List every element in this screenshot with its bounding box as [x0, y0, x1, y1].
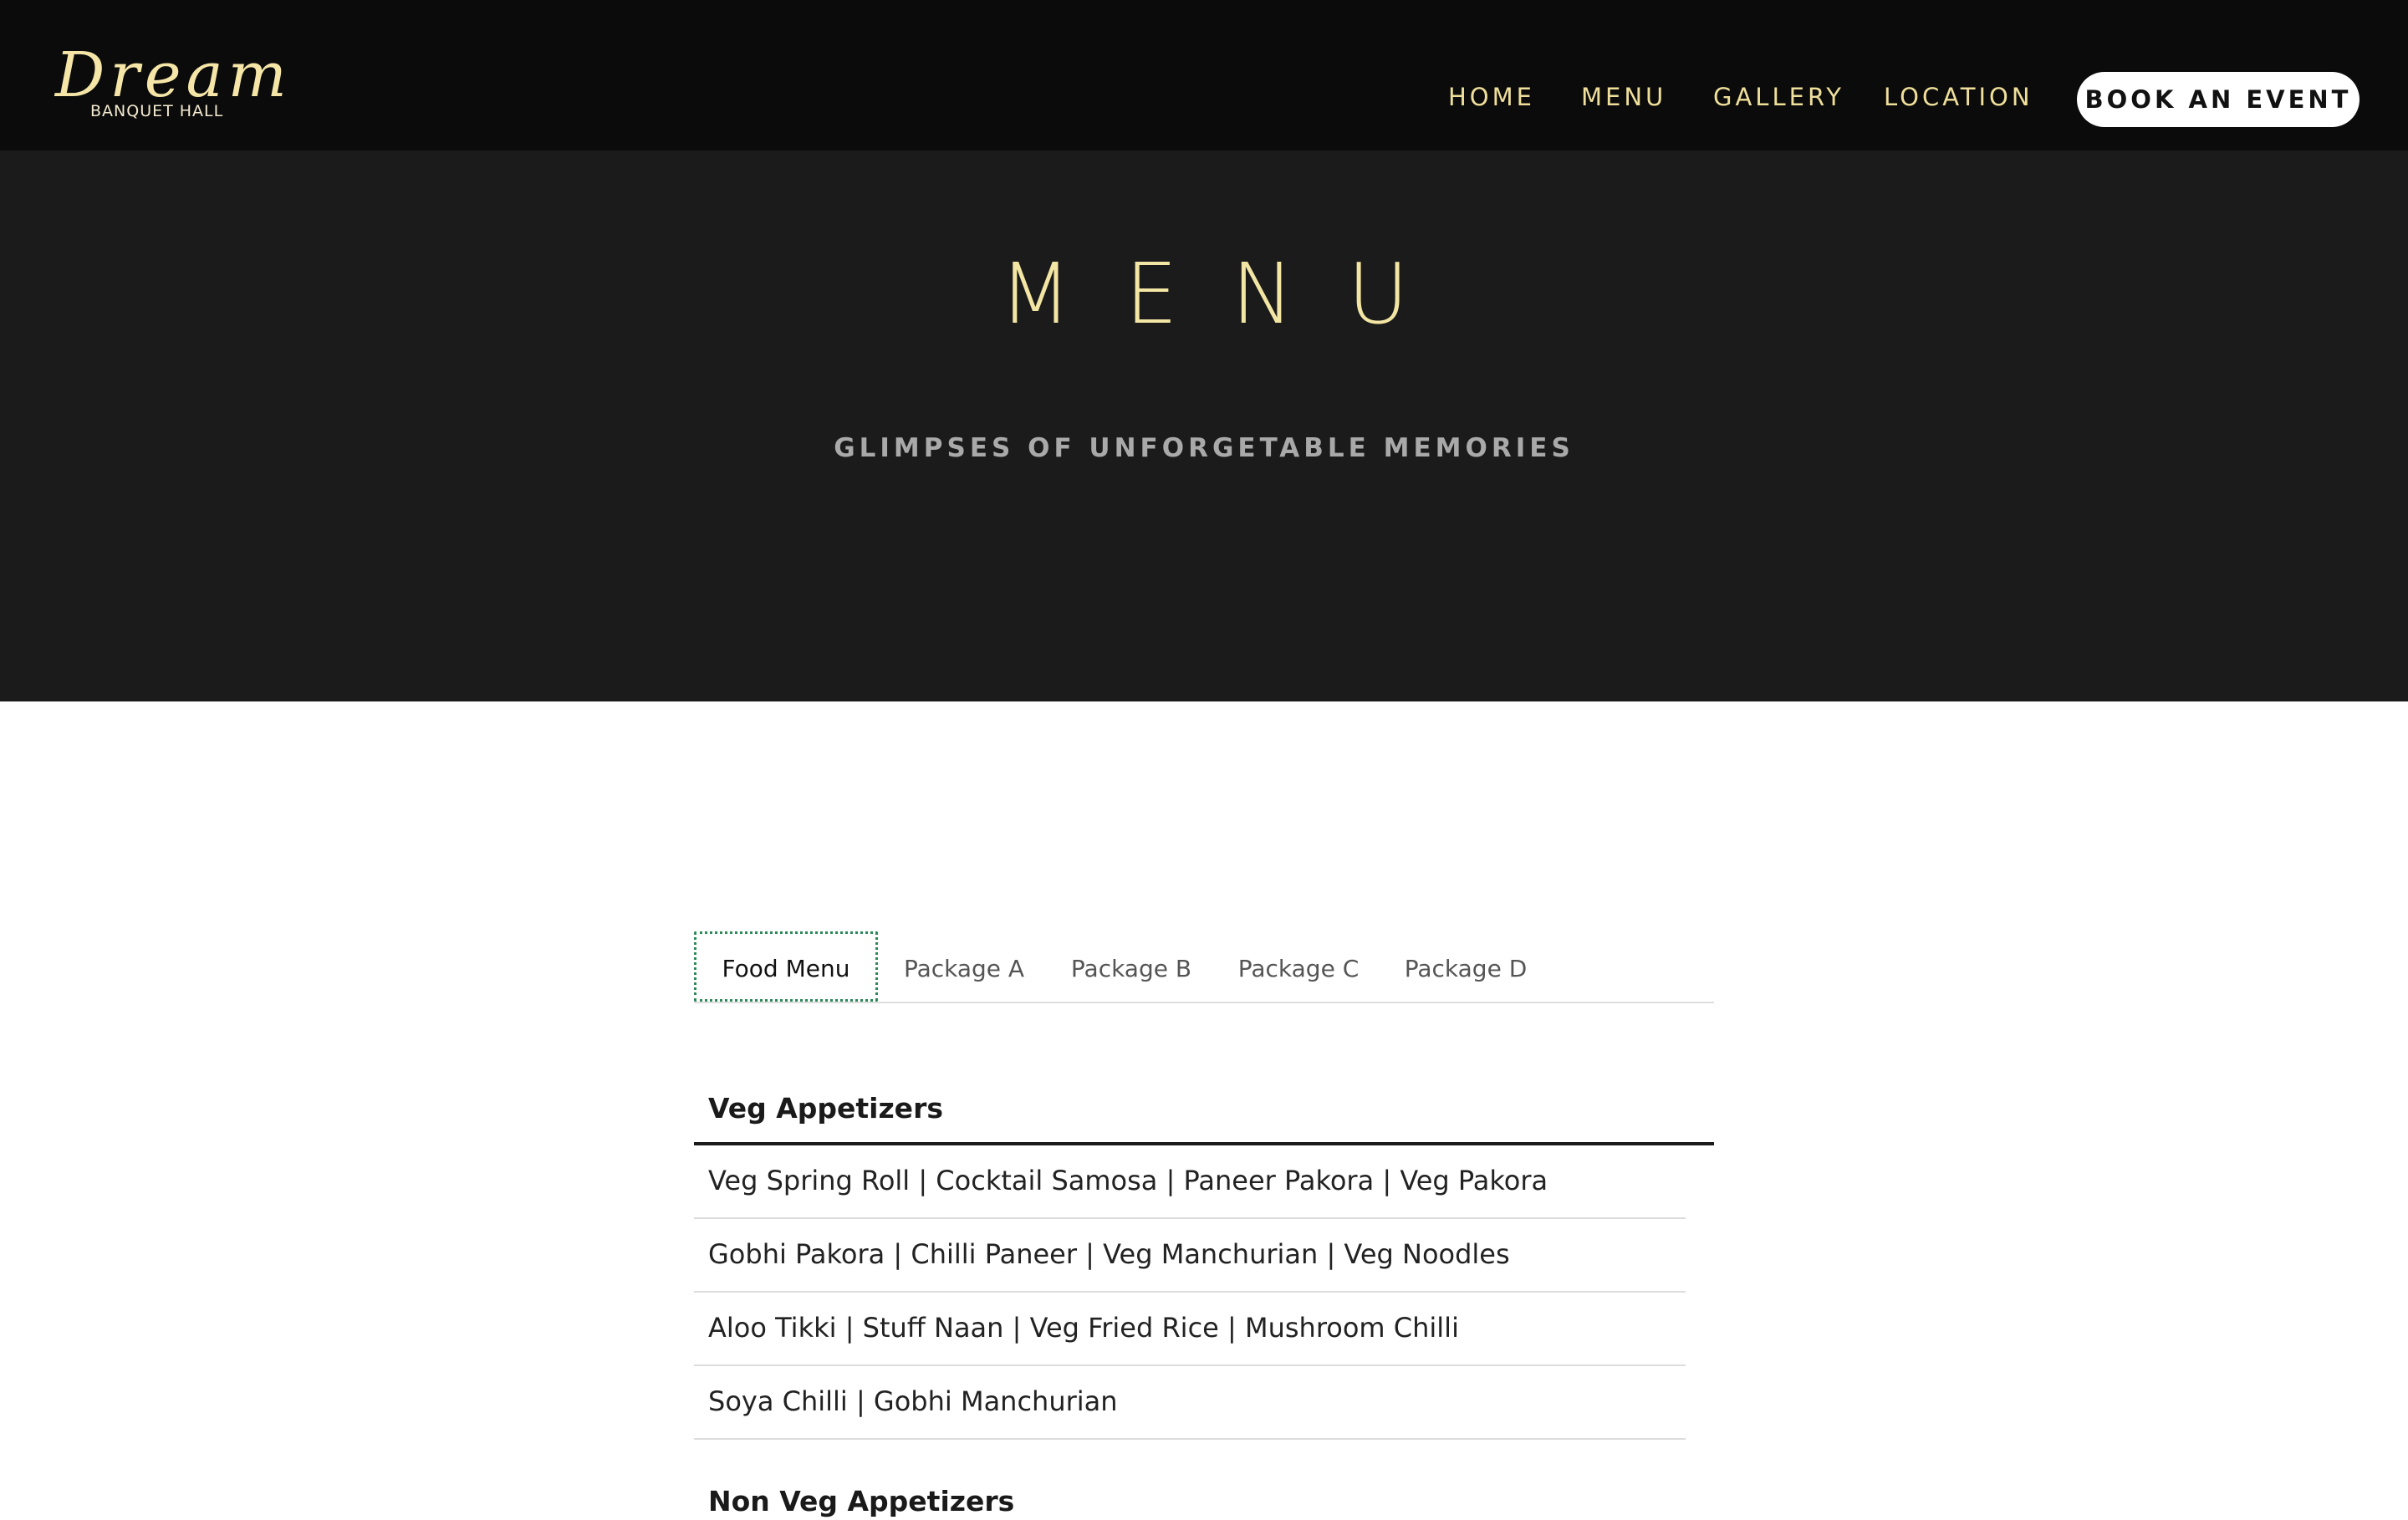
logo-subtitle: BANQUET HALL [90, 102, 224, 120]
nav-link-gallery[interactable]: GALLERY [1713, 80, 1844, 114]
menu-row: Aloo Tikki | Stuff Naan | Veg Fried Rice… [694, 1293, 1686, 1366]
tab-package-c[interactable]: Package C [1219, 931, 1378, 1002]
page-title: MENU [999, 245, 1462, 343]
menu-row-text: Soya Chilli | Gobhi Manchurian [708, 1385, 1118, 1417]
section-heading: Veg Appetizers [694, 1077, 1714, 1145]
site-logo[interactable]: Dream BANQUET HALL [55, 42, 287, 125]
menu-row-text: Veg Spring Roll | Cocktail Samosa | Pane… [708, 1165, 1548, 1196]
menu-row-text: Gobhi Pakora | Chilli Paneer | Veg Manch… [708, 1238, 1510, 1270]
nav-link-location[interactable]: LOCATION [1884, 80, 2033, 114]
tab-food-menu[interactable]: Food Menu [694, 931, 878, 1002]
book-an-event-button[interactable]: BOOK AN EVENT [2077, 72, 2360, 127]
hero-banner: MENU GLIMPSES OF UNFORGETABLE MEMORIES [0, 150, 2408, 701]
logo-script-text: Dream [55, 39, 292, 111]
tab-package-d[interactable]: Package D [1386, 931, 1545, 1002]
menu-row: Soya Chilli | Gobhi Manchurian [694, 1366, 1686, 1440]
tab-package-a[interactable]: Package A [885, 931, 1043, 1002]
tab-package-b[interactable]: Package B [1052, 931, 1211, 1002]
menu-row: Gobhi Pakora | Chilli Paneer | Veg Manch… [694, 1219, 1686, 1293]
menu-tabs: Food Menu Package A Package B Package C … [694, 931, 1714, 1003]
nav-link-menu[interactable]: MENU [1581, 80, 1666, 114]
page-subtitle: GLIMPSES OF UNFORGETABLE MEMORIES [834, 433, 1574, 463]
section-heading-non-veg-appetizers: Non Veg Appetizers [708, 1485, 1015, 1517]
section-heading-text: Veg Appetizers [708, 1092, 943, 1125]
nav-link-home[interactable]: HOME [1448, 80, 1535, 114]
menu-row: Veg Spring Roll | Cocktail Samosa | Pane… [694, 1145, 1686, 1219]
top-navbar: Dream BANQUET HALL HOME MENU GALLERY LOC… [0, 0, 2408, 150]
menu-row-text: Aloo Tikki | Stuff Naan | Veg Fried Rice… [708, 1312, 1459, 1344]
